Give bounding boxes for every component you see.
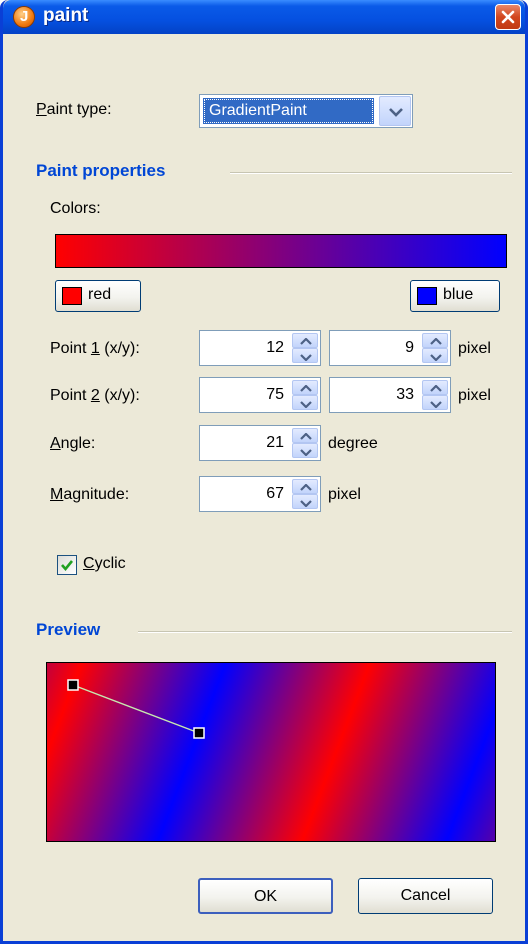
- point1-handle[interactable]: [67, 679, 79, 691]
- java-icon: J: [13, 6, 35, 28]
- close-button[interactable]: [495, 4, 521, 30]
- point2-handle[interactable]: [193, 727, 205, 739]
- chevron-down-icon: [300, 354, 312, 361]
- preview-gradient-fill: [47, 663, 495, 841]
- magnitude-value[interactable]: 67: [266, 485, 284, 503]
- chevron-up-icon: [300, 385, 312, 392]
- point1-x-value[interactable]: 12: [266, 339, 284, 357]
- point1-label: Point 1 (x/y):: [50, 340, 140, 357]
- checkmark-icon: [61, 560, 74, 572]
- spin-up-button[interactable]: [292, 333, 318, 348]
- colors-label: Colors:: [50, 200, 101, 217]
- chevron-up-icon: [430, 338, 442, 345]
- point1-y-value[interactable]: 9: [405, 339, 414, 357]
- chevron-down-icon: [300, 401, 312, 408]
- angle-label: Angle:: [50, 435, 96, 452]
- dropdown-button[interactable]: [379, 96, 411, 126]
- point1-y-spinner[interactable]: 9: [329, 330, 451, 366]
- point1-x-spinner[interactable]: 12: [199, 330, 321, 366]
- gradient-preview[interactable]: [46, 662, 496, 842]
- preview-heading: Preview: [36, 620, 101, 639]
- spin-up-button[interactable]: [292, 380, 318, 395]
- color1-button[interactable]: red: [55, 280, 141, 312]
- paint-type-select[interactable]: GradientPaint: [199, 94, 413, 128]
- ok-button[interactable]: OK: [198, 878, 333, 914]
- chevron-down-icon: [300, 449, 312, 456]
- point2-y-spinner[interactable]: 33: [329, 377, 451, 413]
- paint-properties-heading: Paint properties: [36, 161, 166, 180]
- chevron-down-icon: [430, 401, 442, 408]
- close-icon: [501, 10, 515, 24]
- point2-y-value[interactable]: 33: [396, 386, 414, 404]
- cancel-button[interactable]: Cancel: [358, 878, 493, 914]
- magnitude-unit: pixel: [328, 486, 361, 503]
- magnitude-spinner[interactable]: 67: [199, 476, 321, 512]
- spin-down-button[interactable]: [292, 494, 318, 509]
- spin-up-button[interactable]: [292, 479, 318, 494]
- color2-button[interactable]: blue: [410, 280, 500, 312]
- chevron-up-icon: [430, 385, 442, 392]
- chevron-down-icon: [389, 108, 403, 117]
- chevron-up-icon: [300, 338, 312, 345]
- spin-down-button[interactable]: [422, 348, 448, 363]
- magnitude-label: Magnitude:: [50, 486, 130, 503]
- spin-down-button[interactable]: [422, 395, 448, 410]
- point2-unit: pixel: [458, 387, 491, 404]
- gradient-color-bar: [55, 234, 507, 268]
- spin-up-button[interactable]: [292, 428, 318, 443]
- paint-type-value: GradientPaint: [203, 98, 374, 124]
- point2-x-value[interactable]: 75: [266, 386, 284, 404]
- cyclic-label[interactable]: Cyclic: [83, 555, 126, 573]
- spin-up-button[interactable]: [422, 380, 448, 395]
- angle-spinner[interactable]: 21: [199, 425, 321, 461]
- point1-unit: pixel: [458, 340, 491, 357]
- chevron-down-icon: [300, 500, 312, 507]
- ok-label: OK: [253, 888, 278, 905]
- chevron-down-icon: [430, 354, 442, 361]
- spin-down-button[interactable]: [292, 395, 318, 410]
- section-divider: [138, 631, 512, 633]
- chevron-up-icon: [300, 433, 312, 440]
- spin-down-button[interactable]: [292, 443, 318, 458]
- section-divider: [230, 172, 512, 174]
- point2-label: Point 2 (x/y):: [50, 387, 140, 404]
- color2-label: blue: [443, 286, 474, 303]
- preview-canvas: [47, 663, 495, 841]
- spin-down-button[interactable]: [292, 348, 318, 363]
- window-title: paint: [43, 5, 89, 26]
- cyclic-checkbox[interactable]: [57, 555, 77, 575]
- color1-label: red: [88, 286, 112, 303]
- angle-value[interactable]: 21: [266, 434, 284, 452]
- angle-unit: degree: [328, 435, 378, 452]
- paint-type-label: Paint type:: [36, 101, 112, 118]
- color1-swatch: [62, 287, 82, 305]
- color2-swatch: [417, 287, 437, 305]
- chevron-up-icon: [300, 484, 312, 491]
- title-bar[interactable]: J paint: [3, 0, 525, 34]
- spin-up-button[interactable]: [422, 333, 448, 348]
- point2-x-spinner[interactable]: 75: [199, 377, 321, 413]
- paint-dialog: J paint Paint type: GradientPaint Paint …: [0, 0, 528, 944]
- cancel-label: Cancel: [400, 887, 451, 904]
